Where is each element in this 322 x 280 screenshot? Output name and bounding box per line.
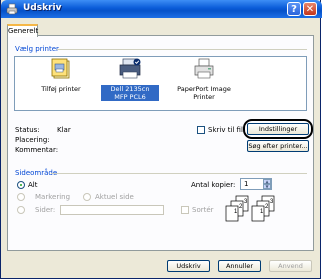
page-range-all-label: Alt bbox=[28, 181, 38, 189]
cancel-button[interactable]: Annuller bbox=[218, 260, 261, 272]
print-button[interactable]: Udskriv bbox=[167, 260, 210, 272]
window-title: Udskriv bbox=[23, 3, 62, 13]
printer-item-dell[interactable]: Dell 2135cn MFP PCL6 bbox=[101, 57, 159, 101]
close-button[interactable]: ✕ bbox=[303, 2, 317, 16]
tab-general[interactable]: Generelt bbox=[7, 24, 38, 37]
copies-label: Antal kopier: bbox=[191, 181, 236, 189]
close-icon: ✕ bbox=[305, 4, 315, 15]
dell-printer-icon bbox=[119, 58, 141, 79]
comment-label: Kommentar: bbox=[15, 146, 59, 154]
title-bar[interactable]: Udskriv ? ✕ bbox=[1, 0, 322, 18]
page-range-all-radio[interactable] bbox=[17, 181, 25, 189]
location-label: Placering: bbox=[15, 136, 50, 144]
add-printer-icon bbox=[51, 58, 70, 79]
divider bbox=[51, 173, 307, 174]
divider bbox=[57, 49, 307, 50]
status-value: Klar bbox=[57, 126, 71, 134]
print-to-file-label: Skriv til fil bbox=[208, 126, 243, 134]
printer-item-paperport[interactable]: PaperPort Image Printer bbox=[173, 57, 235, 101]
help-button[interactable]: ? bbox=[287, 2, 301, 16]
highlight-ring bbox=[243, 119, 313, 139]
printer-icon bbox=[6, 3, 18, 15]
printer-list[interactable]: Tilføj printer Dell 2135cn MFP PCL6 Pape… bbox=[14, 56, 307, 111]
status-label: Status: bbox=[15, 126, 40, 134]
page-range-pages-label: Sider: bbox=[35, 206, 56, 214]
collate-checkbox[interactable] bbox=[181, 206, 189, 214]
print-dialog: Udskriv ? ✕ Generelt Vælg printer Tilføj… bbox=[0, 0, 322, 279]
print-to-file-checkbox[interactable] bbox=[197, 126, 205, 134]
select-printer-heading: Vælg printer bbox=[15, 45, 59, 53]
paperport-printer-icon bbox=[194, 58, 214, 79]
page-range-current-radio[interactable] bbox=[83, 193, 91, 201]
collate-pages-icon: 321 321 bbox=[225, 195, 275, 222]
apply-button[interactable]: Anvend bbox=[269, 260, 312, 272]
page-range-pages-radio[interactable] bbox=[17, 206, 25, 214]
printer-label: Tilføj printer bbox=[41, 85, 81, 93]
page-range-selection-label: Markering bbox=[35, 193, 71, 201]
spin-down-icon[interactable]: ▼ bbox=[263, 184, 271, 189]
printer-label: Dell 2135cn MFP PCL6 bbox=[101, 85, 159, 101]
find-printer-button[interactable]: Søg efter printer... bbox=[247, 140, 309, 152]
printer-label: PaperPort Image Printer bbox=[177, 85, 231, 101]
printer-item-add[interactable]: Tilføj printer bbox=[33, 57, 89, 93]
pages-input[interactable] bbox=[60, 205, 164, 215]
page-range-selection-radio[interactable] bbox=[17, 193, 25, 201]
help-icon: ? bbox=[291, 4, 297, 15]
page-range-current-label: Aktuel side bbox=[95, 193, 134, 201]
copies-value: 1 bbox=[244, 180, 249, 188]
copies-spinner[interactable]: 1 ▲ ▼ bbox=[240, 178, 272, 190]
collate-label: Sortér bbox=[192, 206, 214, 214]
